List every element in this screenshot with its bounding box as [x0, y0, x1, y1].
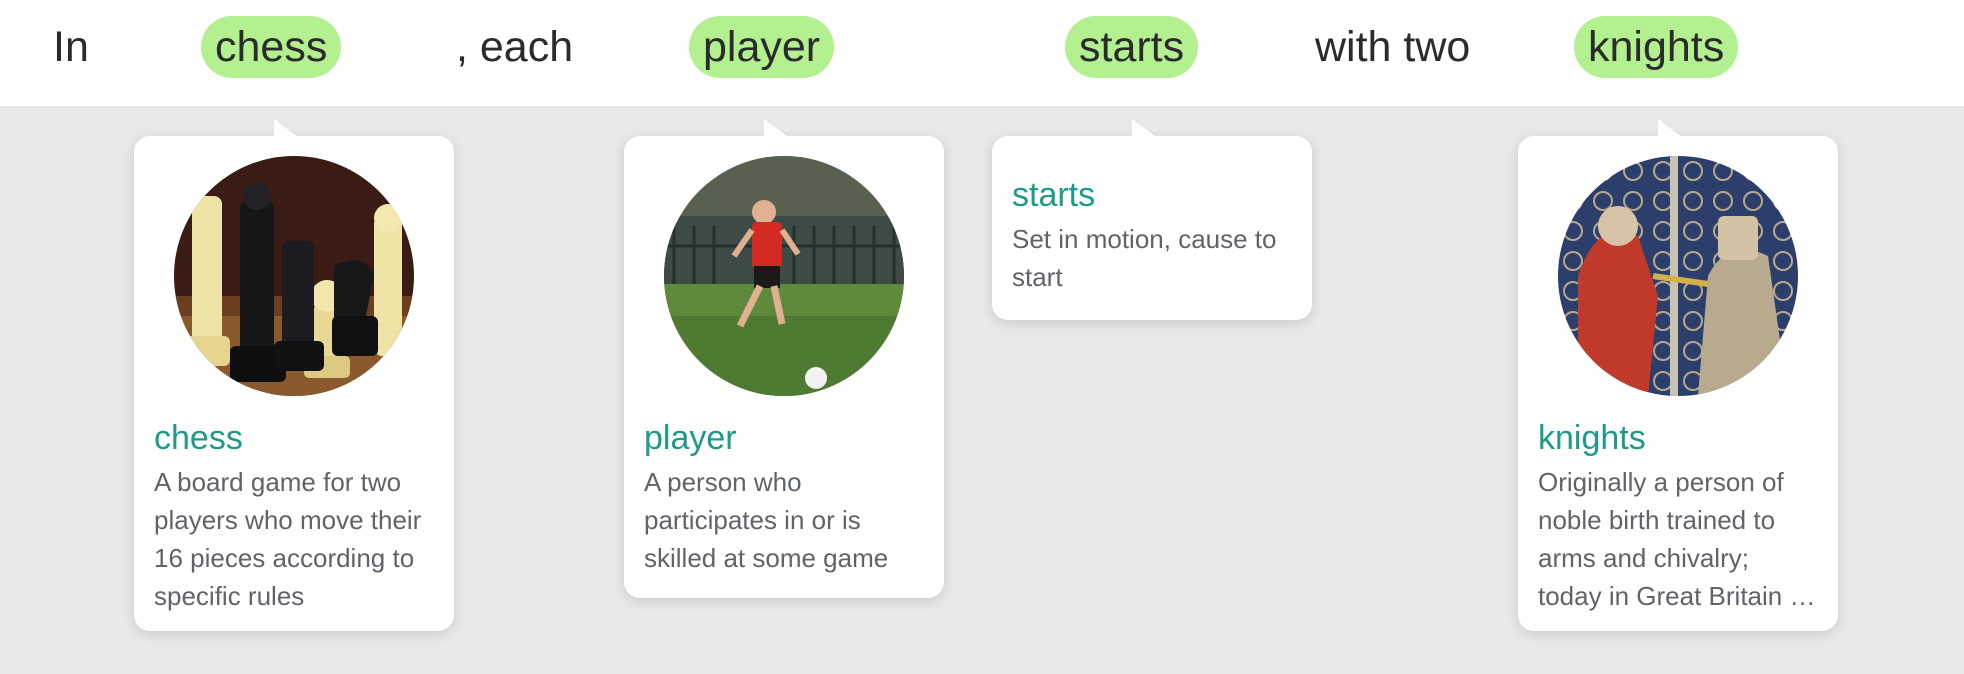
sentence-bar: In chess , each player starts with two k… [0, 0, 1964, 106]
chess-pieces-image [174, 156, 414, 396]
card-title: starts [1012, 176, 1096, 214]
medieval-knights-illustration [1558, 156, 1798, 396]
definition-card-starts: starts Set in motion, cause to start [992, 119, 1312, 320]
card-title: player [644, 419, 737, 457]
sentence-word-in: In [53, 23, 89, 71]
highlighted-word-knights[interactable]: knights [1574, 16, 1739, 78]
card-title: knights [1538, 419, 1646, 457]
highlighted-word-starts[interactable]: starts [1065, 16, 1199, 78]
card-pointer [1658, 119, 1682, 137]
definition-card-knights: knights Originally a person of noble bir… [1518, 119, 1838, 631]
card-pointer [1132, 119, 1156, 137]
card-description: Originally a person of noble birth train… [1538, 467, 1804, 611]
card-pointer [274, 119, 298, 137]
soccer-player-image [664, 156, 904, 396]
definition-card-player: player A person who participates in or i… [624, 119, 944, 598]
sentence-word-with-two: with two [1315, 23, 1471, 71]
card-description: Set in motion, cause to start [1012, 224, 1277, 292]
definition-card-chess: chess A board game for two players who m… [134, 119, 454, 631]
card-description: A board game for two players who move th… [154, 467, 422, 611]
card-title: chess [154, 419, 243, 457]
card-pointer [764, 119, 788, 137]
card-description: A person who participates in or is skill… [644, 467, 889, 573]
highlighted-word-chess[interactable]: chess [201, 16, 342, 78]
sentence-word-each: , each [456, 23, 574, 71]
highlighted-word-player[interactable]: player [689, 16, 835, 78]
